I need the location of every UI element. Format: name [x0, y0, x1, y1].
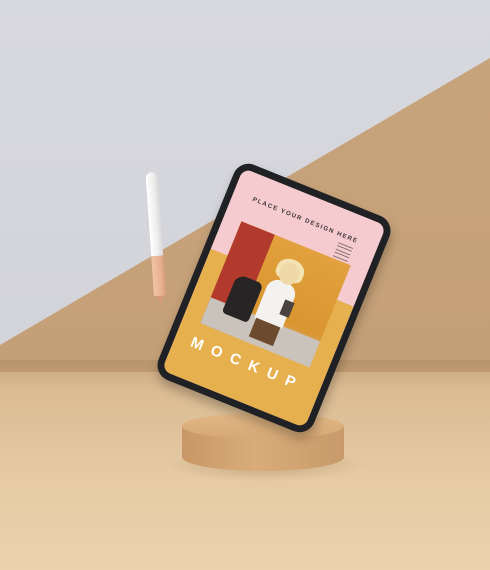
stylus-tip: [156, 295, 165, 306]
mockup-scene: PLACE YOUR DESIGN HERE ▬▬▬▬▬▬ ▬▬▬▬▬▬ ▬▬▬…: [0, 0, 490, 570]
